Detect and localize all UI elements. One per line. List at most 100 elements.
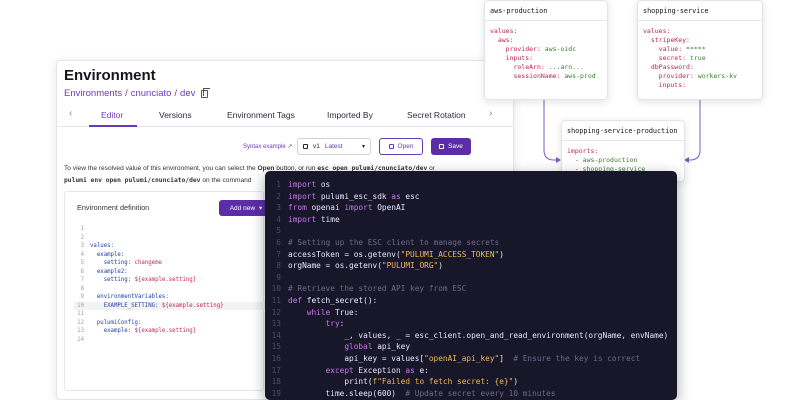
open-button[interactable]: Open — [379, 138, 423, 155]
code-token: import — [288, 191, 321, 201]
line-number: 11 — [77, 311, 84, 317]
yaml-value: ${example.setting} — [131, 277, 197, 283]
yaml-key: setting: — [90, 277, 132, 283]
breadcrumb-separator: / — [174, 88, 178, 99]
add-new-label: Add new — [229, 204, 256, 212]
tab-editor[interactable]: Editor — [101, 110, 123, 120]
yaml-key: values: — [643, 27, 671, 35]
breadcrumb: Environments / cnunciato / dev — [64, 87, 211, 99]
save-button-label: Save — [448, 143, 463, 150]
code-line: 19 time.sleep(600) # Update secret every… — [265, 387, 556, 400]
yaml-key: EXAMPLE_SETTING: — [90, 302, 159, 309]
editor-line: 12 pulumiConfig: — [74, 319, 269, 328]
yaml-key: stripeKey: — [643, 36, 690, 44]
code-token: f"Failed to fetch secret: {e}" — [372, 377, 514, 387]
card-line: sessionName: aws-prod — [490, 72, 602, 81]
yaml-value: ...arn... — [548, 63, 584, 71]
yaml-key: provider: — [490, 45, 545, 53]
code-token: time — [320, 214, 340, 224]
code-token: # Ensure the key is correct — [513, 354, 641, 363]
code-token: "PULUMI_ORG" — [381, 261, 439, 271]
yaml-key: example2: — [90, 268, 128, 275]
line-number: 7 — [80, 277, 84, 283]
page-title: Environment — [64, 67, 156, 84]
code-token: openai — [311, 203, 345, 213]
breadcrumb-env[interactable]: dev — [180, 88, 195, 99]
breadcrumb-project[interactable]: cnunciato — [131, 88, 172, 99]
chevron-down-icon: ▾ — [259, 205, 263, 212]
code-token: import — [344, 203, 378, 213]
editor-line: 4 example: — [74, 251, 269, 260]
line-number: 8 — [80, 285, 84, 292]
card-shopping-service[interactable]: shopping-service values: stripeKey: valu… — [637, 0, 763, 100]
code-token: ] — [499, 354, 514, 363]
card-line: aws: — [490, 36, 602, 45]
yaml-key: setting: — [90, 260, 132, 266]
editor-line: 14 — [74, 336, 269, 345]
editor-line: 2 — [74, 234, 269, 243]
card-line: imports: — [567, 147, 679, 156]
code-token: pulumi_esc_sdk — [320, 191, 392, 201]
yaml-value: ***** — [686, 45, 706, 53]
syntax-example-link[interactable]: Syntax example ↗ — [243, 143, 292, 150]
definition-title: Environment definition — [77, 203, 150, 212]
code-token: esc — [405, 191, 420, 201]
tab-versions[interactable]: Versions — [159, 110, 192, 120]
yaml-key: inputs: — [643, 81, 687, 89]
chevron-right-icon[interactable]: › — [489, 108, 492, 119]
line-number: 14 — [77, 336, 84, 343]
version-select[interactable]: v1 Latest ▾ — [297, 138, 371, 155]
card-line: roleArn: ...arn... — [490, 63, 602, 72]
code-token: global — [344, 342, 378, 352]
card-title: shopping-service — [638, 1, 762, 21]
editor-line: 3 values: — [74, 242, 269, 251]
code-token: # Setting up the ESC client to manage se… — [288, 238, 500, 247]
yaml-key: - — [567, 156, 583, 164]
active-tab-indicator — [89, 125, 137, 127]
desc-text-3: on the command — [202, 177, 252, 184]
chevron-down-icon: ▾ — [361, 144, 365, 150]
yaml-editor[interactable]: 1 2 3 values: 4 example: 5 setting: changeme 6… — [74, 225, 269, 344]
version-label: v1 — [313, 143, 320, 150]
save-button[interactable]: Save — [431, 138, 471, 155]
card-title: shopping-service-production — [562, 121, 684, 141]
card-line: inputs: — [643, 81, 757, 90]
editor-line: 5 setting: changeme — [74, 259, 269, 268]
line-number: 6 — [80, 268, 84, 275]
card-aws-production[interactable]: aws-production values: aws: provider: aw… — [484, 0, 608, 100]
python-code-window[interactable]: 1 import os 2 import pulumi_esc_sdk as esc 3… — [265, 171, 677, 400]
yaml-key: example: — [90, 251, 125, 258]
code-token: ) — [438, 261, 443, 271]
card-body: values: stripeKey: value: ***** secret: … — [638, 21, 762, 96]
connector-shopping-service — [685, 100, 701, 161]
tab-secret-rotation[interactable]: Secret Rotation — [407, 110, 466, 120]
chevron-left-icon[interactable]: ‹ — [69, 108, 72, 119]
open-icon — [388, 144, 394, 149]
code-token: # Update secret every 10 minutes — [405, 388, 556, 398]
code-token: (): — [363, 296, 378, 305]
card-body: values: aws: provider: aws-oidc inputs: … — [485, 21, 607, 87]
yaml-key: pulumiConfig: — [90, 319, 142, 326]
breadcrumb-environments[interactable]: Environments — [64, 88, 122, 99]
yaml-value: ${example.setting} — [158, 302, 224, 309]
code-token: except — [325, 365, 359, 375]
line-number: 13 — [77, 328, 84, 334]
editor-line: 10 EXAMPLE_SETTING: ${example.setting} — [74, 301, 269, 310]
yaml-key: roleArn: — [490, 63, 549, 71]
yaml-value: aws-oidc — [544, 45, 577, 53]
yaml-key: example: — [90, 328, 132, 334]
tab-environment-tags[interactable]: Environment Tags — [227, 110, 295, 120]
yaml-value: workers-kv — [697, 72, 737, 80]
editor-toolbar: Syntax example ↗ v1 Latest ▾ Open Save — [57, 138, 513, 156]
copy-icon[interactable] — [201, 87, 211, 98]
line-number: 10 — [77, 302, 84, 309]
code-token: as — [405, 365, 420, 375]
code-token: ) — [499, 249, 504, 259]
version-tag: Latest — [324, 143, 343, 150]
card-line: values: — [490, 27, 602, 36]
code-token: OpenAI — [377, 203, 406, 213]
editor-line: 8 — [74, 285, 269, 294]
tab-imported-by[interactable]: Imported By — [327, 110, 373, 120]
